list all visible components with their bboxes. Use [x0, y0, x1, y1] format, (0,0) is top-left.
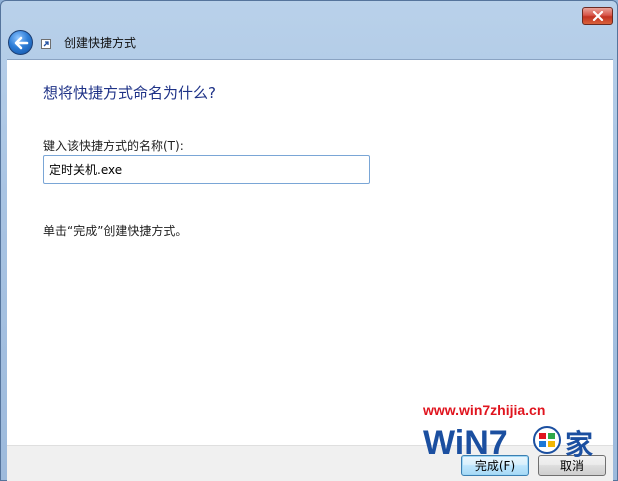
- watermark-logo-suffix: 家: [565, 428, 593, 461]
- window-title: 创建快捷方式: [64, 36, 137, 50]
- shortcut-name-input[interactable]: [43, 155, 370, 184]
- page-heading: 想将快捷方式命名为什么?: [43, 84, 216, 102]
- wizard-content: 想将快捷方式命名为什么? 键入该快捷方式的名称(T): 单击“完成”创建快捷方式…: [7, 59, 613, 445]
- watermark: www.win7zhijia.cn WiN7 家: [419, 401, 599, 463]
- back-arrow-icon: [14, 36, 28, 49]
- close-button[interactable]: [582, 7, 613, 25]
- windows-flag-icon: [533, 426, 561, 454]
- close-icon: [592, 11, 603, 21]
- shortcut-icon: [41, 39, 51, 49]
- finish-hint: 单击“完成”创建快捷方式。: [43, 224, 188, 238]
- title-bar: 创建快捷方式: [1, 1, 618, 59]
- shortcut-name-label: 键入该快捷方式的名称(T):: [43, 139, 184, 153]
- watermark-url: www.win7zhijia.cn: [423, 402, 546, 418]
- window-frame: 创建快捷方式 想将快捷方式命名为什么? 键入该快捷方式的名称(T): 单击“完成…: [0, 0, 618, 481]
- win7-logo: WiN7 家: [423, 424, 593, 462]
- watermark-logo-text: WiN7: [423, 424, 508, 462]
- back-button[interactable]: [8, 30, 33, 55]
